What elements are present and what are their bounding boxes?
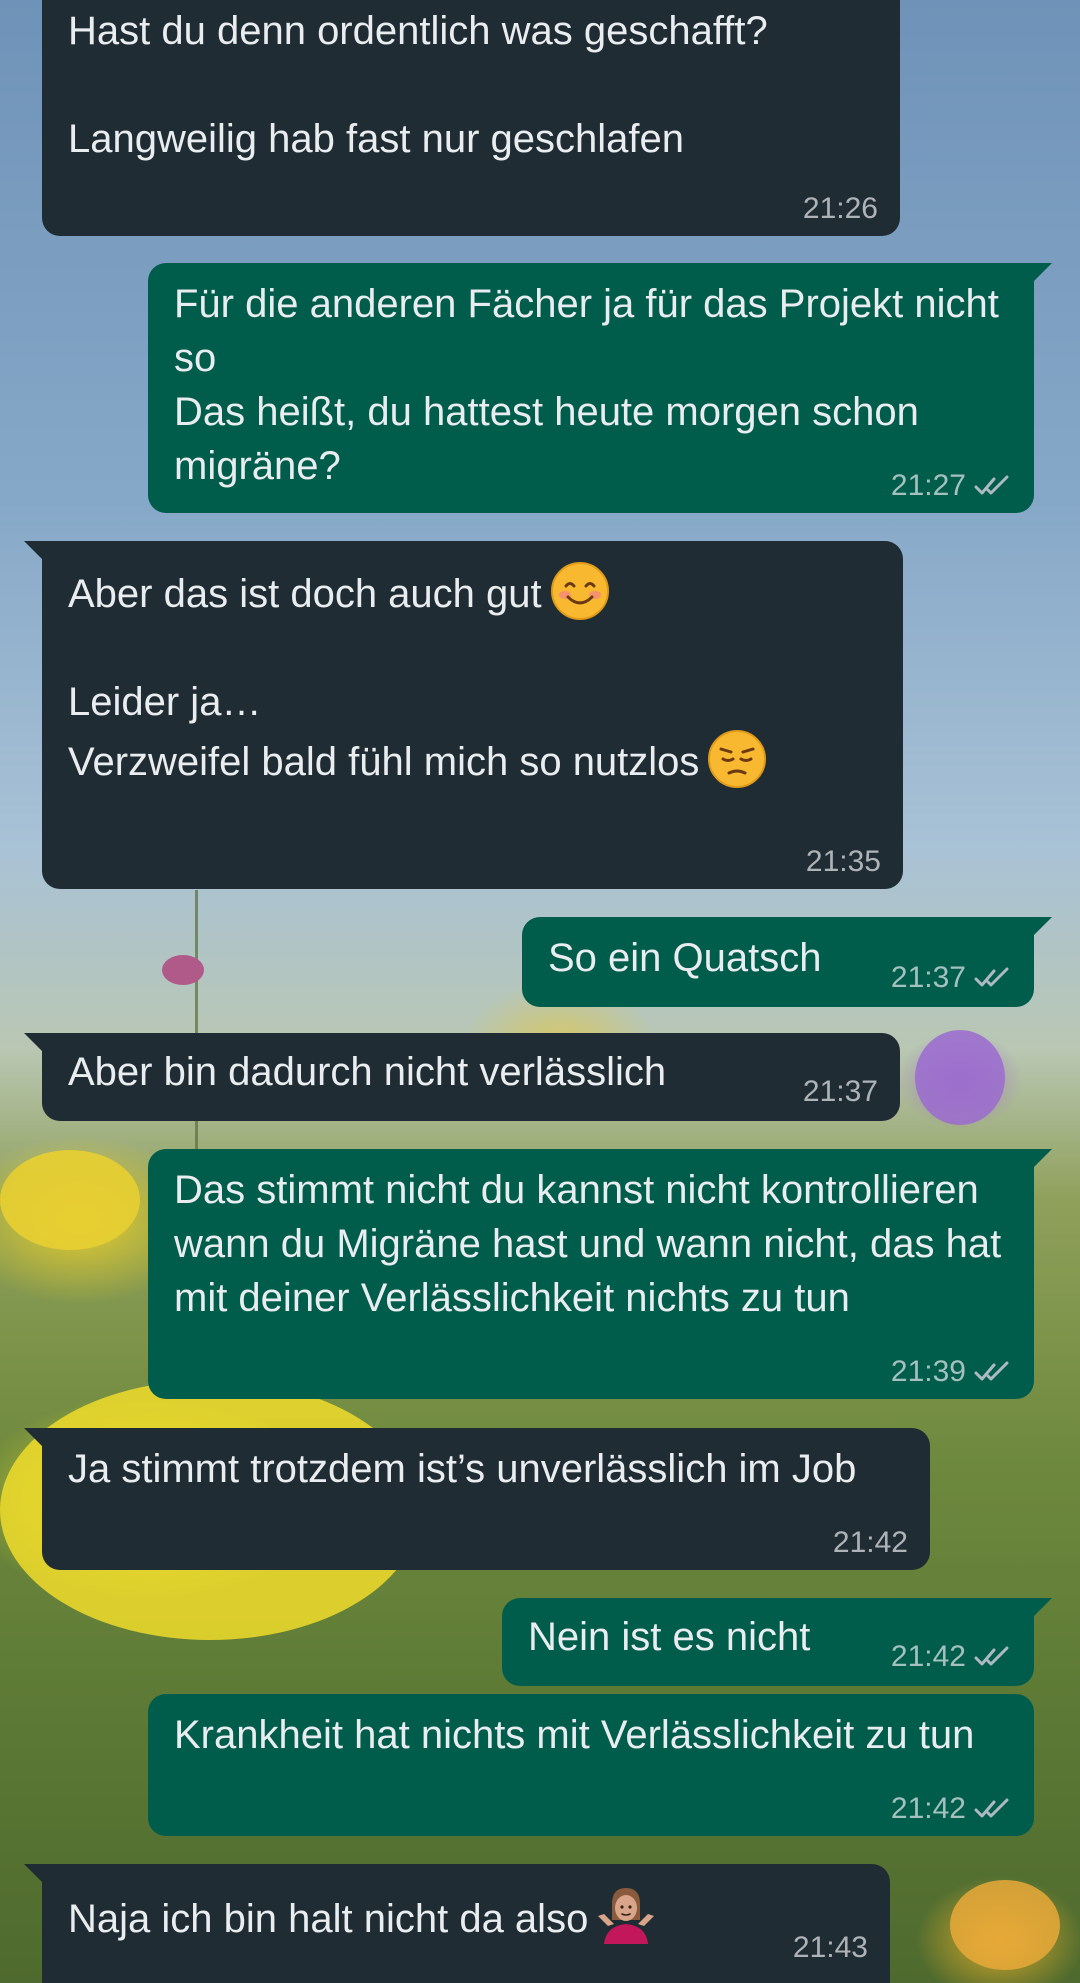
message-time: 21:35: [805, 845, 881, 878]
message-time: 21:42: [890, 1792, 966, 1825]
double-check-read-icon: [974, 1646, 1009, 1666]
person-shrugging-emoji: [598, 1888, 655, 1944]
double-check-read-icon: [974, 1361, 1009, 1381]
message-meta: 21:27: [891, 469, 1012, 503]
message-text: Aber bin dadurch nicht verlässlich: [68, 1050, 667, 1094]
message-text: Aber das ist doch auch gut: [68, 572, 542, 616]
message-bubble-incoming[interactable]: Aber das ist doch auch gut Leider ja… Ve…: [24, 541, 903, 889]
message-text-line: Naja ich bin halt nicht da also: [68, 1886, 864, 1946]
double-check-read-icon: [974, 475, 1009, 495]
message-text: Leider ja…: [68, 680, 262, 724]
message-text: Ja stimmt trotzdem ist’s unverlässlich i…: [68, 1447, 857, 1491]
message-meta: 21:26: [803, 192, 878, 226]
message-meta: 21:39: [891, 1355, 1012, 1389]
message-bubble-incoming[interactable]: Hast du denn ordentlich was geschafft? L…: [42, 0, 900, 236]
message-time: 21:27: [890, 469, 966, 502]
message-time: 21:39: [890, 1355, 966, 1388]
message-time: 21:37: [802, 1075, 878, 1108]
double-check-read-icon: [974, 1798, 1009, 1818]
message-time: 21:42: [890, 1640, 966, 1673]
message-meta: 21:42: [833, 1526, 908, 1560]
message-bubble-incoming[interactable]: Ja stimmt trotzdem ist’s unverlässlich i…: [24, 1428, 930, 1570]
smiling-face-emoji: [550, 562, 609, 620]
message-bubble-outgoing[interactable]: Für die anderen Fächer ja für das Projek…: [148, 263, 1052, 513]
message-text: Hast du denn ordentlich was geschafft? L…: [68, 9, 768, 161]
message-text: Für die anderen Fächer ja für das Projek…: [174, 282, 999, 488]
pensive-face-emoji: [708, 730, 767, 788]
message-meta: 21:35: [806, 845, 881, 879]
message-bubble-incoming[interactable]: Aber bin dadurch nicht verlässlich 21:37: [24, 1033, 900, 1121]
message-time: 21:37: [890, 961, 966, 994]
message-bubble-outgoing[interactable]: So ein Quatsch 21:37: [522, 917, 1052, 1007]
message-time: 21:43: [792, 1931, 868, 1964]
message-text: Das stimmt nicht du kannst nicht kontrol…: [174, 1168, 1002, 1320]
message-time: 21:42: [832, 1526, 908, 1559]
message-bubble-outgoing[interactable]: Das stimmt nicht du kannst nicht kontrol…: [148, 1149, 1052, 1399]
message-bubble-incoming[interactable]: Naja ich bin halt nicht da also 21:43: [24, 1864, 890, 1983]
message-list[interactable]: Hast du denn ordentlich was geschafft? L…: [0, 0, 1080, 1983]
message-meta: 21:42: [891, 1640, 1012, 1674]
message-text: Krankheit hat nichts mit Verlässlichkeit…: [174, 1713, 975, 1757]
message-bubble-outgoing[interactable]: Krankheit hat nichts mit Verlässlichkeit…: [148, 1694, 1034, 1836]
message-meta: 21:37: [803, 1075, 878, 1109]
message-text: Naja ich bin halt nicht da also: [68, 1897, 589, 1941]
message-bubble-outgoing[interactable]: Nein ist es nicht 21:42: [502, 1598, 1052, 1686]
message-meta: 21:42: [891, 1792, 1012, 1826]
message-text-line: Verzweifel bald fühl mich so nutzlos: [68, 729, 877, 789]
message-text-line: Aber das ist doch auch gut: [68, 561, 877, 621]
message-time: 21:26: [802, 192, 878, 225]
message-text: Verzweifel bald fühl mich so nutzlos: [68, 740, 700, 784]
message-meta: 21:43: [793, 1931, 868, 1965]
message-meta: 21:37: [891, 961, 1012, 995]
double-check-read-icon: [974, 967, 1009, 987]
